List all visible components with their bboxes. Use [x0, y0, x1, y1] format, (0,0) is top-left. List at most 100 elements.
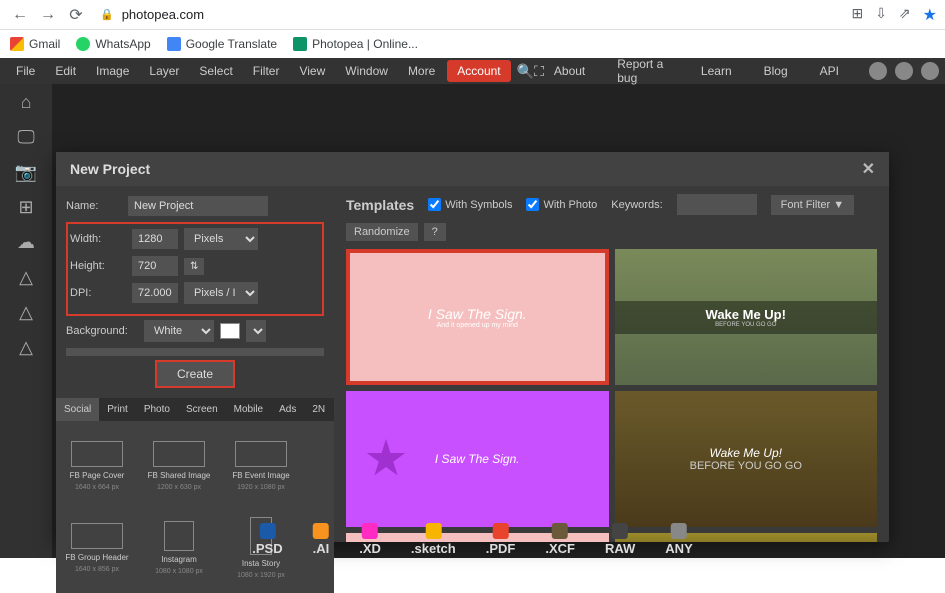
tab-ads[interactable]: Ads	[271, 398, 304, 421]
forward-button[interactable]: →	[36, 3, 60, 27]
menu-view[interactable]: View	[289, 60, 335, 82]
format-xcf[interactable]: .XCF	[545, 523, 575, 556]
create-button[interactable]: Create	[155, 360, 235, 388]
templates-title: Templates	[346, 197, 414, 213]
tab-mobile[interactable]: Mobile	[226, 398, 271, 421]
reddit-icon[interactable]	[869, 62, 887, 80]
facebook-icon[interactable]	[921, 62, 939, 80]
bg-select[interactable]: White	[144, 320, 214, 342]
tab-screen[interactable]: Screen	[178, 398, 226, 421]
menu-api[interactable]: API	[810, 60, 849, 82]
dropbox-icon[interactable]: ⊞	[18, 197, 33, 218]
menu-select[interactable]: Select	[189, 60, 242, 82]
template-item[interactable]: I Saw The Sign.	[346, 391, 609, 527]
bg-swatch[interactable]	[220, 323, 240, 339]
bg-label: Background:	[66, 325, 138, 337]
lock-icon: 🔒	[100, 8, 114, 21]
bookmark-star-icon[interactable]: ★	[923, 5, 937, 25]
tab-photo[interactable]: Photo	[136, 398, 178, 421]
bookmark-photopea[interactable]: Photopea | Online...	[293, 37, 418, 51]
preset-thumb	[235, 441, 287, 467]
back-button[interactable]: ←	[8, 3, 32, 27]
name-label: Name:	[66, 200, 122, 212]
gmail-icon	[10, 37, 24, 51]
preset-item[interactable]: FB Event Image1920 x 1080 px	[220, 425, 302, 507]
width-input[interactable]	[132, 229, 178, 249]
help-button[interactable]: ?	[424, 223, 446, 241]
preset-item[interactable]: FB Shared Image1200 x 630 px	[138, 425, 220, 507]
preset-thumb	[71, 523, 123, 549]
dpi-label: DPI:	[70, 287, 126, 299]
template-item[interactable]: Wake Me Up! BEFORE YOU GO GO	[615, 391, 878, 527]
format-footer: .PSD .AI .XD .sketch .PDF .XCF RAW ANY	[252, 523, 693, 556]
drive3-icon[interactable]: △	[19, 337, 33, 358]
translate-icon	[167, 37, 181, 51]
format-psd[interactable]: .PSD	[252, 523, 282, 556]
menu-about[interactable]: About	[544, 60, 595, 82]
preset-item[interactable]: FB Page Cover1640 x 664 px	[56, 425, 138, 507]
bookmark-gmail[interactable]: Gmail	[10, 37, 60, 51]
format-ai[interactable]: .AI	[313, 523, 330, 556]
format-xd[interactable]: .XD	[359, 523, 381, 556]
randomize-button[interactable]: Randomize	[346, 223, 418, 241]
menu-blog[interactable]: Blog	[754, 60, 798, 82]
monitor-icon[interactable]: 🖵	[17, 127, 34, 148]
bg-extra-select[interactable]	[246, 320, 266, 342]
preset-item[interactable]: FB Group Header1640 x 856 px	[56, 507, 138, 589]
name-input[interactable]	[128, 196, 268, 216]
tab-print[interactable]: Print	[99, 398, 136, 421]
install-icon[interactable]: ⊞	[851, 5, 863, 25]
search-icon[interactable]: 🔍	[517, 63, 534, 80]
preset-item[interactable]: Instagram1080 x 1080 px	[138, 507, 220, 589]
menu-file[interactable]: File	[6, 60, 45, 82]
twitter-icon[interactable]	[895, 62, 913, 80]
share-icon[interactable]: ⇗	[899, 5, 911, 25]
dpi-input[interactable]	[132, 283, 178, 303]
menu-report[interactable]: Report a bug	[607, 53, 679, 89]
preset-thumb	[164, 521, 194, 551]
url-text: photopea.com	[122, 7, 204, 22]
photopea-icon	[293, 37, 307, 51]
download-icon[interactable]: ⇩	[875, 5, 887, 25]
reload-button[interactable]: ⟳	[64, 3, 88, 27]
with-photo-checkbox[interactable]: With Photo	[526, 198, 597, 211]
with-symbols-checkbox[interactable]: With Symbols	[428, 198, 512, 211]
menu-window[interactable]: Window	[335, 60, 398, 82]
format-pdf[interactable]: .PDF	[486, 523, 516, 556]
whatsapp-icon	[76, 37, 90, 51]
menu-edit[interactable]: Edit	[45, 60, 86, 82]
new-project-modal: New Project ✕ Name: Width: Pixels Height…	[56, 152, 889, 542]
drive-icon[interactable]: △	[19, 267, 33, 288]
tab-social[interactable]: Social	[56, 398, 99, 421]
drive2-icon[interactable]: △	[19, 302, 33, 323]
tab-2n[interactable]: 2N	[304, 398, 333, 421]
format-any[interactable]: ANY	[665, 523, 692, 556]
width-label: Width:	[70, 233, 126, 245]
menu-layer[interactable]: Layer	[139, 60, 189, 82]
format-sketch[interactable]: .sketch	[411, 523, 456, 556]
menu-learn[interactable]: Learn	[691, 60, 742, 82]
preset-thumb	[71, 441, 123, 467]
height-label: Height:	[70, 260, 126, 272]
camera-icon[interactable]: 📷	[15, 162, 37, 183]
fullscreen-icon[interactable]: ⛶	[534, 63, 544, 80]
flower-icon	[366, 439, 406, 479]
menu-more[interactable]: More	[398, 60, 445, 82]
bookmark-translate[interactable]: Google Translate	[167, 37, 277, 51]
template-item[interactable]: Wake Me Up!BEFORE YOU GO GO	[615, 249, 878, 385]
width-unit-select[interactable]: Pixels	[184, 228, 258, 250]
cloud-icon[interactable]: ☁	[17, 232, 35, 253]
home-icon[interactable]: ⌂	[21, 92, 32, 113]
close-icon[interactable]: ✕	[862, 159, 875, 179]
format-raw[interactable]: RAW	[605, 523, 635, 556]
menu-image[interactable]: Image	[86, 60, 139, 82]
bookmark-whatsapp[interactable]: WhatsApp	[76, 37, 150, 51]
dpi-unit-select[interactable]: Pixels / Inch	[184, 282, 258, 304]
menu-account[interactable]: Account	[447, 60, 510, 82]
swap-dimensions-button[interactable]: ⇅	[184, 258, 204, 275]
height-input[interactable]	[132, 256, 178, 276]
keywords-input[interactable]	[677, 194, 757, 215]
menu-filter[interactable]: Filter	[243, 60, 290, 82]
font-filter-button[interactable]: Font Filter ▼	[771, 195, 854, 215]
template-item[interactable]: I Saw The Sign. And it opened up my mind	[346, 249, 609, 385]
